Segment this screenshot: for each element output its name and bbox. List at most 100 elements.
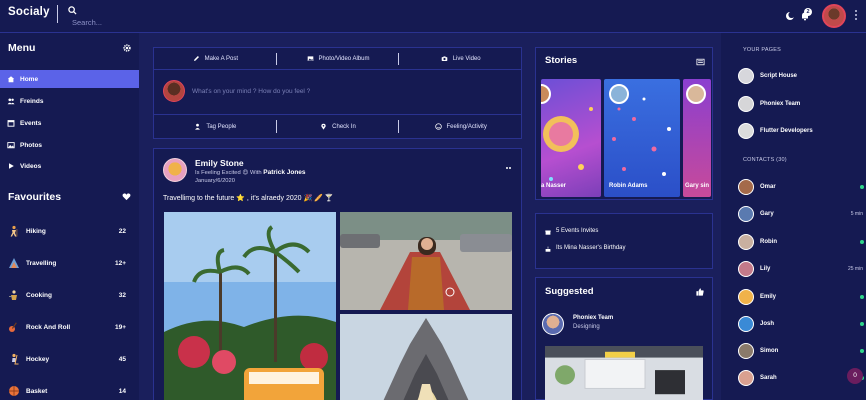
post-image-street[interactable]	[340, 212, 512, 310]
hiking-icon	[10, 225, 18, 237]
feeling-activity-button[interactable]: Feeling/Activity	[399, 115, 522, 138]
story-name: a Nasser	[541, 183, 567, 189]
kebab-icon[interactable]	[854, 10, 858, 22]
search-input[interactable]	[72, 16, 192, 28]
page-item[interactable]: Flutter Developers	[738, 122, 866, 140]
feeling-text: Is Feeling Excited 😍 With	[195, 170, 262, 176]
favourite-label: Hockey	[26, 355, 50, 363]
favourite-hiking[interactable]: Hiking 22	[8, 223, 126, 239]
favourites-title: Favourites	[8, 191, 62, 203]
avatar	[609, 84, 629, 104]
story-item[interactable]: Robin Adams	[604, 79, 680, 197]
more-icon[interactable]	[506, 156, 514, 169]
avatar[interactable]	[822, 4, 846, 28]
last-seen: 25 min	[847, 266, 863, 272]
menu-title: Menu	[8, 42, 36, 54]
tab-photo-video-album[interactable]: Photo/Video Album	[277, 48, 400, 69]
tagged-user[interactable]: Patrick Jones	[263, 169, 305, 176]
hockey-icon	[12, 353, 19, 365]
page-name: Phoniex Team	[760, 101, 801, 107]
contact-item[interactable]: Simon	[738, 342, 866, 360]
sidebar-item-home[interactable]: Home	[0, 70, 139, 88]
sidebar-item-videos[interactable]: Videos	[0, 157, 139, 175]
avatar[interactable]	[542, 313, 564, 335]
favourite-basket[interactable]: Basket 14	[8, 383, 126, 399]
story-item[interactable]: a Nasser	[541, 79, 601, 197]
play-icon	[9, 163, 14, 169]
post-input[interactable]	[192, 85, 492, 97]
chat-count-button[interactable]: 0	[847, 368, 863, 384]
avatar	[686, 84, 706, 104]
post-image-temple[interactable]	[340, 314, 512, 400]
stories-icon[interactable]	[696, 58, 705, 66]
camera-icon	[441, 56, 448, 61]
page-name: Flutter Developers	[760, 128, 813, 134]
post-feeling: Is Feeling Excited 😍 With Patrick Jones	[195, 169, 306, 176]
sidebar-item-photos[interactable]: Photos	[0, 136, 139, 154]
contact-item[interactable]: Emily	[738, 288, 866, 306]
online-indicator	[860, 349, 864, 353]
events-invites-link[interactable]: 5 Events Invites	[556, 228, 598, 234]
contact-item[interactable]: Omar	[738, 178, 866, 196]
gear-icon[interactable]	[123, 44, 131, 52]
guitar-icon	[9, 322, 17, 332]
photo-icon	[7, 142, 15, 149]
post-image-palms[interactable]	[164, 212, 336, 400]
favourite-cooking[interactable]: Cooking 32	[8, 287, 126, 303]
tab-live-video[interactable]: Live Video	[399, 48, 522, 69]
thumbs-up-icon[interactable]	[696, 288, 704, 296]
sidebar-item-events[interactable]: Events	[0, 114, 139, 132]
contact-item[interactable]: Robin	[738, 233, 866, 251]
birthday-link[interactable]: Its Mina Nasser's Birthday	[556, 245, 626, 251]
feed-column: Make A Post Photo/Video Album Live Video…	[139, 33, 713, 400]
sidebar-item-friends[interactable]: Freinds	[0, 92, 139, 110]
sidebar-item-label: Freinds	[20, 97, 44, 105]
contact-item[interactable]: Gary 5 min	[738, 205, 866, 223]
avatar[interactable]	[163, 158, 187, 182]
app-title[interactable]: Socialy	[8, 6, 50, 18]
avatar[interactable]	[163, 80, 185, 102]
contact-name: Josh	[760, 321, 775, 327]
favourite-label: Hiking	[26, 227, 46, 235]
right-sidebar: YOUR PAGES Script House Phoniex Team Flu…	[721, 33, 866, 400]
avatar	[738, 234, 754, 250]
pencil-icon	[193, 56, 199, 61]
favourite-rock-and-roll[interactable]: Rock And Roll 19+	[8, 319, 126, 335]
last-seen: 5 min	[850, 211, 863, 217]
search-icon[interactable]	[68, 6, 77, 15]
post-text: Travellimg to the future ⭐ , it's alraed…	[163, 195, 334, 202]
favourite-count: 32	[118, 291, 126, 299]
suggested-name[interactable]: Phoniex Team	[573, 315, 613, 321]
composer-tabs: Make A Post Photo/Video Album Live Video	[154, 48, 522, 70]
action-label: Feeling/Activity	[446, 123, 487, 130]
post-author[interactable]: Emily Stone	[195, 158, 244, 168]
tag-people-button[interactable]: Tag People	[154, 115, 277, 138]
contact-name: Simon	[760, 348, 779, 354]
action-label: Check In	[332, 123, 356, 130]
favourite-label: Travelling	[26, 259, 57, 267]
friends-icon	[7, 98, 15, 105]
heart-icon[interactable]	[122, 192, 131, 201]
favourite-hockey[interactable]: Hockey 45	[8, 351, 126, 367]
page-item[interactable]: Script House	[738, 67, 866, 85]
contact-item[interactable]: Lily 25 min	[738, 260, 866, 278]
tab-make-post[interactable]: Make A Post	[154, 48, 277, 69]
moon-icon[interactable]	[785, 11, 795, 21]
avatar	[738, 179, 754, 195]
stories-card: Stories a Nasser Robin Adams Gary sin	[535, 47, 713, 200]
check-in-button[interactable]: Check In	[277, 115, 400, 138]
story-item[interactable]: Gary sin	[683, 79, 711, 197]
notification-badge: 2	[804, 8, 812, 16]
favourite-label: Rock And Roll	[26, 323, 71, 331]
contact-item[interactable]: Josh	[738, 315, 866, 333]
user-icon	[195, 123, 201, 130]
left-sidebar: Menu Home Freinds Events Photos Videos F…	[0, 33, 139, 400]
avatar	[738, 206, 754, 222]
suggested-cover-image[interactable]	[545, 346, 703, 400]
avatar	[738, 96, 754, 112]
favourite-travelling[interactable]: Travelling 12+	[8, 255, 126, 271]
sidebar-item-label: Videos	[20, 162, 42, 170]
cake-icon	[545, 246, 551, 252]
calendar-icon	[7, 120, 15, 127]
page-item[interactable]: Phoniex Team	[738, 95, 866, 113]
